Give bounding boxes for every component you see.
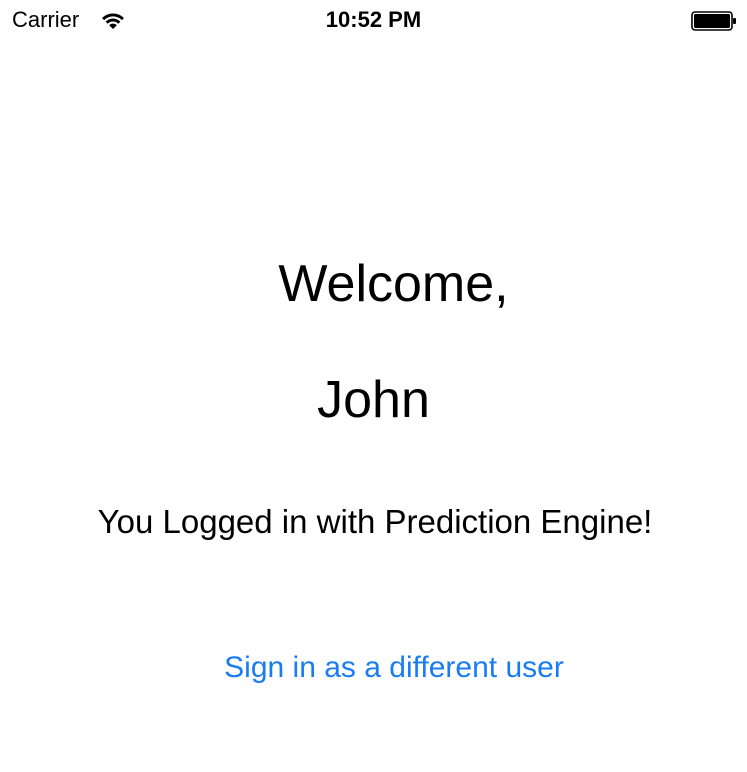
status-bar: Carrier 10:52 PM: [0, 0, 747, 40]
user-name: John: [317, 371, 430, 429]
welcome-heading: Welcome,: [278, 255, 509, 313]
battery-icon: [691, 11, 736, 31]
login-message: You Logged in with Prediction Engine!: [97, 503, 653, 540]
sign-in-different-user-link[interactable]: Sign in as a different user: [0, 649, 747, 687]
app-screen: Carrier 10:52 PM Welcome, John You Logge…: [0, 0, 747, 772]
status-time: 10:52 PM: [325, 7, 422, 32]
